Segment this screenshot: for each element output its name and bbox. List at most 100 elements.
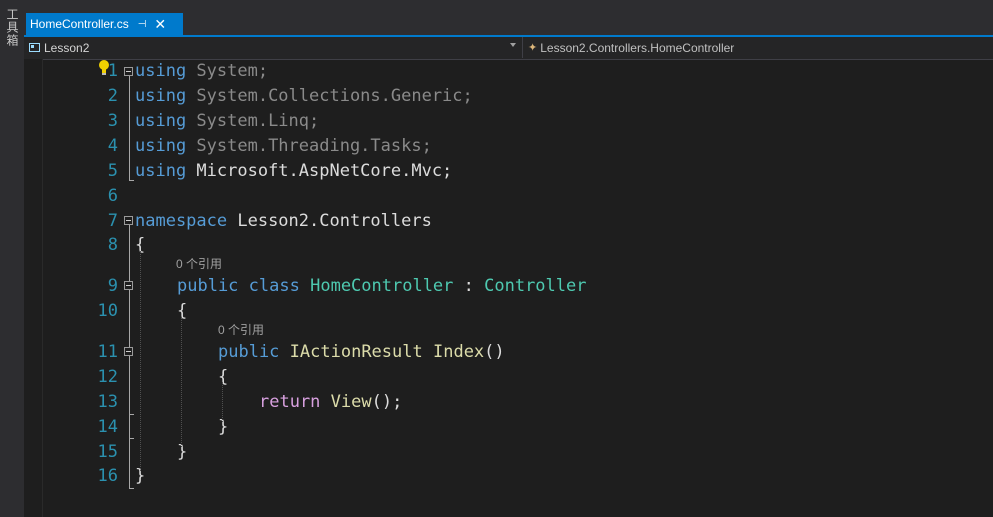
codelens-references[interactable]: 0 个引用 bbox=[176, 257, 222, 271]
code-token: } bbox=[177, 442, 188, 462]
close-icon[interactable]: ✕ bbox=[154, 17, 166, 31]
lightbulb-icon[interactable] bbox=[97, 59, 111, 77]
type-dropdown[interactable]: ✦ Lesson2.Controllers.HomeController bbox=[528, 37, 734, 58]
code-line[interactable]: 3 using System.Linq; bbox=[24, 109, 993, 133]
code-line[interactable]: 7 namespace Lesson2.Controllers bbox=[24, 209, 993, 233]
line-number: 8 bbox=[107, 235, 118, 255]
indent-guide bbox=[181, 317, 182, 447]
code-token: Microsoft.AspNetCore.Mvc; bbox=[186, 161, 453, 181]
line-number: 7 bbox=[107, 211, 118, 231]
code-line[interactable]: 12 { bbox=[24, 365, 993, 389]
line-number: 13 bbox=[97, 392, 118, 412]
line-number: 15 bbox=[97, 442, 118, 462]
code-line[interactable]: 2 using System.Collections.Generic; bbox=[24, 84, 993, 108]
chevron-down-icon[interactable] bbox=[510, 43, 516, 47]
outline-line bbox=[129, 180, 134, 181]
code-line[interactable]: 8{ bbox=[24, 233, 993, 257]
code-text[interactable]: using System.Collections.Generic; bbox=[135, 84, 473, 108]
code-token: } bbox=[218, 417, 229, 437]
outline-line bbox=[129, 488, 134, 489]
line-number: 4 bbox=[107, 136, 118, 156]
code-text[interactable]: public class HomeController : Controller bbox=[177, 274, 586, 298]
code-text[interactable]: using System.Threading.Tasks; bbox=[135, 134, 432, 158]
code-token: using bbox=[135, 111, 187, 131]
code-text[interactable]: { bbox=[218, 365, 228, 389]
code-line[interactable]: 6 bbox=[24, 184, 993, 208]
code-line[interactable]: 16} bbox=[24, 464, 993, 488]
line-number: 14 bbox=[97, 417, 118, 437]
navigation-bar: Lesson2 ✦ Lesson2.Controllers.HomeContro… bbox=[24, 37, 993, 60]
code-line[interactable]: 9 public class HomeController : Controlle… bbox=[24, 274, 993, 298]
code-text[interactable]: } bbox=[218, 415, 228, 439]
codelens-references[interactable]: 0 个引用 bbox=[218, 323, 264, 337]
code-line[interactable]: 5 using Microsoft.AspNetCore.Mvc; bbox=[24, 159, 993, 183]
code-token: { bbox=[218, 367, 229, 387]
tab-filename: HomeController.cs bbox=[30, 17, 129, 31]
indent-guide bbox=[140, 251, 141, 471]
collapse-icon[interactable] bbox=[124, 281, 133, 290]
code-token: System.Collections.Generic; bbox=[186, 86, 473, 106]
line-number: 3 bbox=[107, 111, 118, 131]
code-token: System.Linq; bbox=[186, 111, 320, 131]
code-line[interactable]: 13 return View(); bbox=[24, 390, 993, 414]
collapse-icon[interactable] bbox=[124, 216, 133, 225]
toolbox-label[interactable]: 工具箱 bbox=[4, 8, 21, 47]
code-token: : bbox=[453, 276, 485, 296]
code-text[interactable]: namespace Lesson2.Controllers bbox=[135, 209, 432, 233]
code-token: () bbox=[484, 342, 505, 362]
code-token: Index bbox=[432, 342, 485, 362]
outline-line bbox=[129, 76, 130, 181]
code-line[interactable]: 10 { bbox=[24, 299, 993, 323]
line-number: 11 bbox=[97, 342, 118, 362]
project-dropdown[interactable]: Lesson2 bbox=[24, 37, 521, 58]
code-token: (); bbox=[371, 392, 403, 412]
tab-homecontroller[interactable]: HomeController.cs ⊣ ✕ bbox=[26, 13, 183, 35]
code-token: System; bbox=[186, 61, 269, 81]
code-token: Lesson2.Controllers bbox=[227, 211, 432, 231]
code-text[interactable]: { bbox=[177, 299, 187, 323]
collapse-icon[interactable] bbox=[124, 347, 133, 356]
code-token: Controller bbox=[484, 276, 587, 296]
code-text[interactable]: using System.Linq; bbox=[135, 109, 319, 133]
outline-line bbox=[129, 225, 130, 489]
code-text[interactable]: using System; bbox=[135, 59, 268, 83]
line-number: 10 bbox=[97, 301, 118, 321]
code-token: IActionResult bbox=[289, 342, 423, 362]
code-token: { bbox=[177, 301, 188, 321]
code-token: using bbox=[135, 86, 187, 106]
pin-icon[interactable]: ⊣ bbox=[138, 19, 147, 30]
code-text[interactable]: public IActionResult Index() bbox=[218, 340, 505, 364]
code-token: using bbox=[135, 161, 187, 181]
code-token: return bbox=[259, 392, 321, 412]
code-token: public bbox=[218, 342, 280, 362]
code-text[interactable]: using Microsoft.AspNetCore.Mvc; bbox=[135, 159, 452, 183]
code-line[interactable]: 11 public IActionResult Index() bbox=[24, 340, 993, 364]
code-token: using bbox=[135, 136, 187, 156]
code-text[interactable]: return View(); bbox=[259, 390, 402, 414]
collapse-icon[interactable] bbox=[124, 67, 133, 76]
code-token: using bbox=[135, 61, 187, 81]
code-line[interactable]: 4 using System.Threading.Tasks; bbox=[24, 134, 993, 158]
line-number: 16 bbox=[97, 466, 118, 486]
line-number: 5 bbox=[107, 161, 118, 181]
line-number: 2 bbox=[107, 86, 118, 106]
outline-line bbox=[129, 438, 134, 439]
code-token: class bbox=[248, 276, 300, 296]
code-editor[interactable]: 1 using System; 2 using System.Collections.… bbox=[24, 59, 993, 517]
toolbox-strip[interactable]: 工具箱 bbox=[0, 0, 25, 517]
outline-line bbox=[129, 414, 134, 415]
project-name: Lesson2 bbox=[44, 40, 90, 55]
type-name: Lesson2.Controllers.HomeController bbox=[540, 40, 735, 55]
code-line[interactable]: 1 using System; bbox=[24, 59, 993, 83]
navbar-divider bbox=[522, 37, 523, 58]
line-number: 6 bbox=[107, 186, 118, 206]
code-text[interactable]: } bbox=[177, 440, 187, 464]
code-token: public bbox=[177, 276, 239, 296]
code-token: HomeController bbox=[310, 276, 454, 296]
code-line[interactable]: 15} bbox=[24, 440, 993, 464]
code-line[interactable]: 14} bbox=[24, 415, 993, 439]
